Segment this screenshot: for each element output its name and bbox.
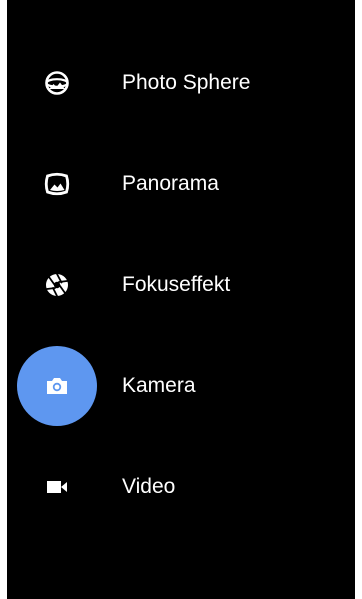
videocam-icon-wrap <box>17 447 97 527</box>
mode-item-fokuseffekt[interactable]: Fokuseffekt <box>7 245 355 325</box>
panorama-icon-wrap <box>17 144 97 224</box>
mode-item-kamera[interactable]: Kamera <box>7 346 355 426</box>
mode-label-kamera: Kamera <box>122 374 196 397</box>
mode-label-video: Video <box>122 475 176 498</box>
mode-item-video[interactable]: Video <box>7 447 355 527</box>
selected-mode-indicator <box>17 346 97 426</box>
aperture-icon <box>46 273 68 297</box>
mode-label-fokuseffekt: Fokuseffekt <box>122 273 231 296</box>
camera-icon <box>47 378 67 394</box>
camera-mode-drawer: Photo Sphere Panorama Fokuseffekt Kamera… <box>7 0 355 599</box>
photo-sphere-icon <box>45 71 69 95</box>
mode-label-photo-sphere: Photo Sphere <box>122 71 251 94</box>
mode-item-panorama[interactable]: Panorama <box>7 144 355 224</box>
mode-item-photo-sphere[interactable]: Photo Sphere <box>7 43 355 123</box>
videocam-icon <box>47 481 67 493</box>
panorama-icon <box>44 172 70 196</box>
aperture-icon-wrap <box>17 245 97 325</box>
photo-sphere-icon-wrap <box>17 43 97 123</box>
mode-label-panorama: Panorama <box>122 172 219 195</box>
